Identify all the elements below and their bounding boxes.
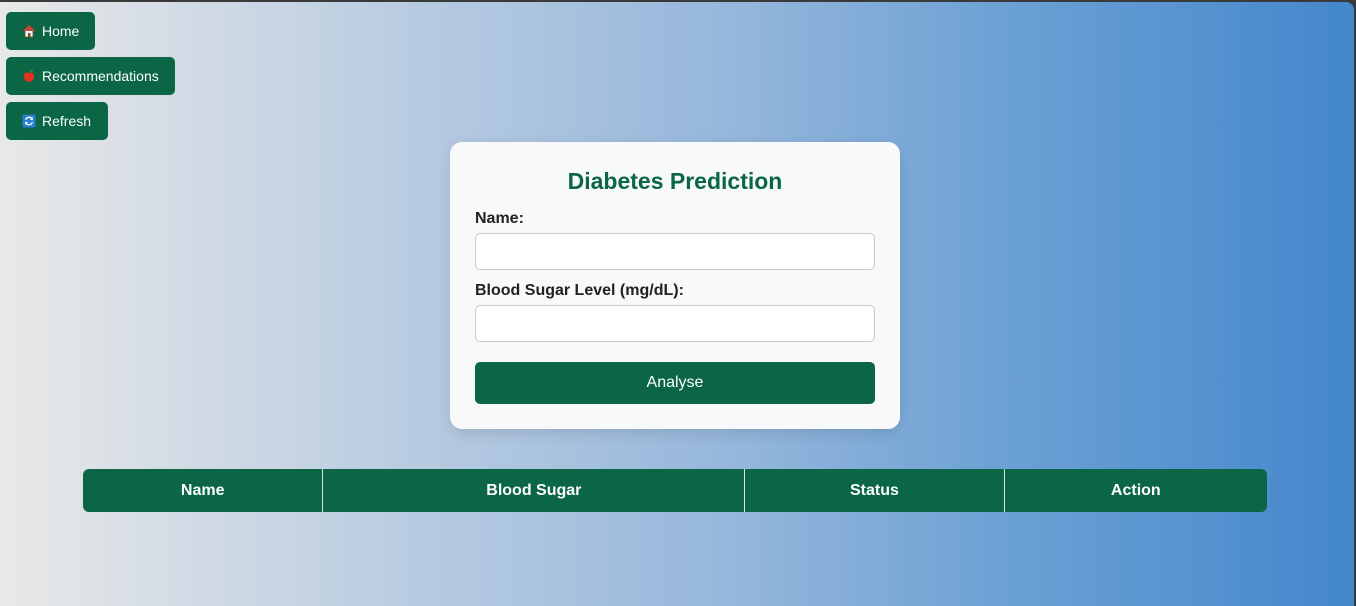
- results-table: Name Blood Sugar Status Action: [83, 469, 1267, 512]
- home-button[interactable]: Home: [6, 12, 95, 50]
- name-input[interactable]: [475, 233, 875, 270]
- results-table-header: Name Blood Sugar Status Action: [83, 469, 1267, 512]
- column-header-status: Status: [744, 469, 1005, 512]
- form-title: Diabetes Prediction: [567, 168, 783, 194]
- house-icon: [22, 24, 36, 38]
- column-header-name: Name: [83, 469, 324, 512]
- results-header-row: Name Blood Sugar Status Action: [83, 469, 1267, 512]
- home-button-label: Home: [42, 23, 80, 39]
- page-background: Home Recommendations Refresh Diabetes Pr…: [0, 2, 1354, 606]
- recommendations-button[interactable]: Recommendations: [6, 57, 175, 95]
- recommendations-button-label: Recommendations: [42, 68, 159, 84]
- apple-icon: [22, 69, 36, 83]
- refresh-button[interactable]: Refresh: [6, 102, 108, 140]
- blood-sugar-input[interactable]: [475, 305, 875, 342]
- blood-sugar-label: Blood Sugar Level (mg/dL):: [475, 282, 684, 299]
- column-header-blood-sugar: Blood Sugar: [322, 469, 746, 512]
- refresh-button-label: Refresh: [42, 113, 92, 129]
- prediction-form-card: Diabetes Prediction Name: Blood Sugar Le…: [450, 142, 900, 429]
- analyse-button[interactable]: Analyse: [475, 362, 875, 404]
- column-header-action: Action: [1004, 469, 1267, 512]
- refresh-icon: [22, 114, 36, 128]
- name-label: Name:: [475, 210, 524, 227]
